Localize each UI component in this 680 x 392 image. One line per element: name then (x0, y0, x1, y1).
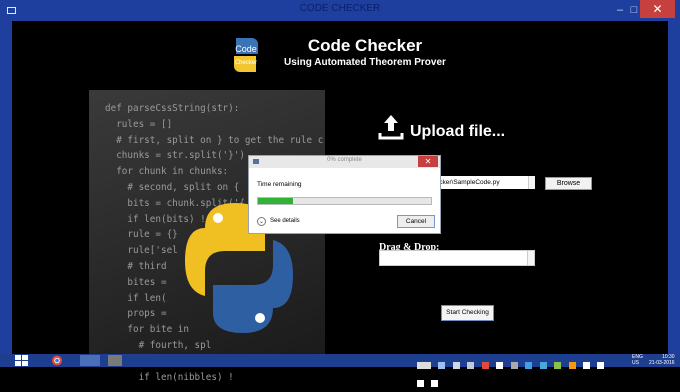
app-title: Code Checker (307, 36, 423, 55)
window-title: CODE CHECKER (299, 3, 381, 14)
code-checker-logo: Code Checker (234, 38, 258, 72)
start-checking-button[interactable]: Start Checking (441, 305, 494, 321)
dialog-title: 0% complete (327, 157, 362, 163)
logo-text-top: Code (235, 44, 257, 54)
taskbar: ENG US 10:30 21-03-2016 (0, 354, 680, 387)
cancel-button[interactable]: Cancel (397, 215, 435, 228)
tray-app-icon[interactable] (525, 362, 533, 369)
paint-icon[interactable] (108, 355, 122, 366)
code-line: if len(nibbles) ! (105, 371, 234, 383)
code-line: def parseCssString(str): (105, 103, 240, 114)
system-tray (417, 356, 617, 387)
language-region: US (632, 360, 639, 366)
logo-text-bottom: Checker (235, 60, 257, 66)
tray-app-icon[interactable] (438, 362, 446, 369)
progress-dialog: 0% complete ✕ Time remaining ⌄ See detai… (248, 155, 441, 234)
dialog-titlebar: 0% complete ✕ (249, 156, 440, 168)
app-taskbar-icon[interactable] (80, 355, 100, 366)
tray-app-icon[interactable] (452, 362, 460, 369)
tray-app-icon[interactable] (539, 362, 547, 369)
windows-start-icon[interactable] (15, 355, 28, 366)
minimize-button[interactable]: – (612, 0, 628, 21)
flag-icon[interactable] (431, 380, 439, 387)
see-details-toggle[interactable]: See details (270, 218, 300, 224)
path-scroll-arrows[interactable] (528, 176, 535, 189)
tray-app-icon[interactable] (496, 362, 504, 369)
clock-date: 21-03-2016 (649, 360, 675, 366)
chrome-icon[interactable] (51, 355, 63, 366)
upload-icon[interactable] (378, 113, 404, 141)
progress-bar (257, 197, 432, 205)
tray-app-icon[interactable] (554, 362, 562, 369)
tray-app-icon[interactable] (467, 362, 475, 369)
time-remaining-label: Time remaining (257, 181, 302, 188)
code-line: # fourth, spl (105, 339, 212, 351)
clock[interactable]: 10:30 21-03-2016 (649, 354, 675, 366)
code-line: rules = [] (105, 118, 173, 130)
code-line: # first, split on } to get the rule c (105, 134, 324, 146)
tray-app-icon[interactable] (481, 362, 489, 369)
close-button[interactable]: ✕ (640, 0, 675, 18)
window-titlebar: CODE CHECKER – □ ✕ (0, 0, 680, 21)
language-indicator[interactable]: ENG US (632, 354, 643, 366)
dialog-close-button[interactable]: ✕ (418, 156, 438, 167)
file-path-input[interactable]: hecker\SampleCode.py (432, 176, 535, 189)
file-path-value: hecker\SampleCode.py (432, 179, 500, 186)
drag-drop-scroll-arrows[interactable] (527, 251, 534, 265)
battery-icon[interactable] (417, 380, 424, 387)
maximize-button[interactable]: □ (627, 0, 641, 21)
volume-icon[interactable] (597, 362, 605, 369)
keyboard-icon[interactable] (417, 362, 431, 369)
network-icon[interactable] (582, 362, 590, 369)
chevron-down-icon[interactable]: ⌄ (257, 217, 266, 226)
tray-app-icon[interactable] (568, 362, 576, 369)
drag-drop-field[interactable] (379, 250, 535, 266)
browse-button[interactable]: Browse (545, 177, 592, 190)
tray-app-icon[interactable] (510, 362, 518, 369)
app-subtitle: Using Automated Theorem Prover (284, 57, 446, 68)
progress-bar-fill (258, 198, 293, 204)
upload-file-label[interactable]: Upload file... (410, 123, 505, 141)
